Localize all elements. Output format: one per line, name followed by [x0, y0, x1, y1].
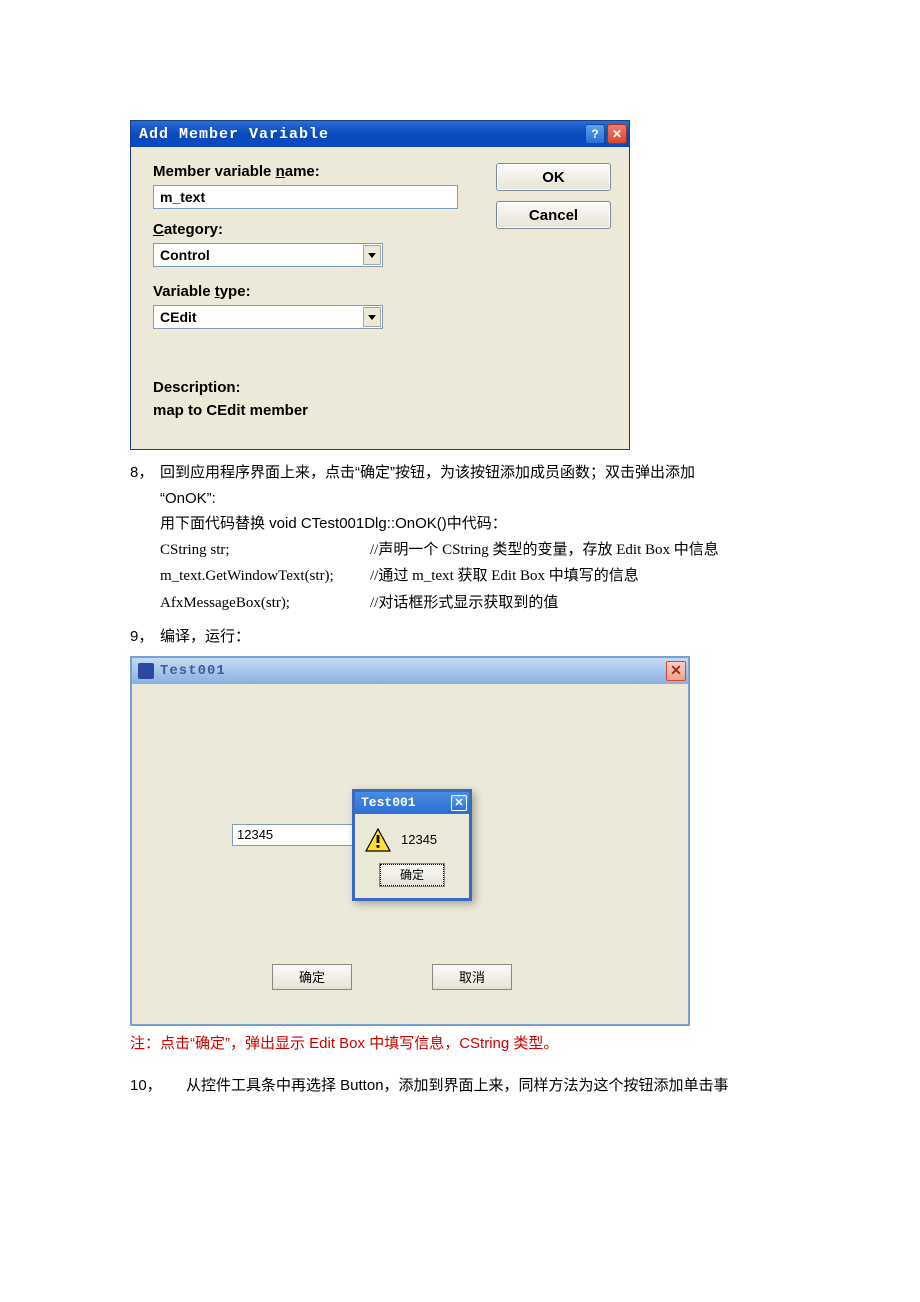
warning-icon — [365, 828, 391, 852]
close-icon[interactable]: ✕ — [666, 661, 686, 681]
add-member-variable-dialog: Add Member Variable ? ✕ Member variable … — [130, 120, 630, 450]
description-text: map to CEdit member — [153, 402, 481, 419]
test001-titlebar[interactable]: Test001 ✕ — [132, 658, 688, 684]
close-icon[interactable]: ✕ — [607, 124, 627, 144]
note-text: 注：点击“确定”，弹出显示 Edit Box 中填写信息，CString 类型。 — [130, 1032, 790, 1053]
test001-window: Test001 ✕ 12345 确定 取消 Test001 ✕ — [130, 656, 690, 1026]
chevron-down-icon[interactable] — [363, 307, 381, 327]
step-10: 10，从控件工具条中再选择 Button，添加到界面上来，同样方法为这个按钮添加… — [130, 1073, 790, 1099]
variable-type-label: Variable type: — [153, 283, 481, 300]
ok-button[interactable]: 确定 — [272, 964, 352, 990]
ok-button[interactable]: OK — [496, 163, 611, 191]
message-titlebar[interactable]: Test001 ✕ — [355, 792, 469, 814]
cancel-button[interactable]: 取消 — [432, 964, 512, 990]
dialog-title: Add Member Variable — [139, 126, 583, 143]
category-combo[interactable]: Control — [153, 243, 383, 267]
cancel-button[interactable]: Cancel — [496, 201, 611, 229]
step-9: 9，编译，运行： — [130, 624, 790, 650]
step-8: 8，回到应用程序界面上来，点击“确定”按钮，为该按钮添加成员函数；双击弹出添加 … — [130, 460, 790, 616]
test001-title: Test001 — [160, 663, 666, 679]
app-icon — [138, 663, 154, 679]
chevron-down-icon[interactable] — [363, 245, 381, 265]
category-label: Category: — [153, 221, 481, 238]
description-label: Description: — [153, 379, 481, 396]
close-icon[interactable]: ✕ — [451, 795, 467, 811]
ok-button[interactable]: 确定 — [380, 864, 444, 886]
message-title: Test001 — [361, 795, 451, 810]
message-box: Test001 ✕ 12345 确定 — [352, 789, 472, 901]
variable-type-combo[interactable]: CEdit — [153, 305, 383, 329]
dialog-titlebar[interactable]: Add Member Variable ? ✕ — [131, 121, 629, 147]
help-icon[interactable]: ? — [585, 124, 605, 144]
member-variable-name-input[interactable]: m_text — [153, 185, 458, 209]
message-text: 12345 — [401, 832, 437, 847]
member-variable-name-label: Member variable name: — [153, 163, 481, 180]
